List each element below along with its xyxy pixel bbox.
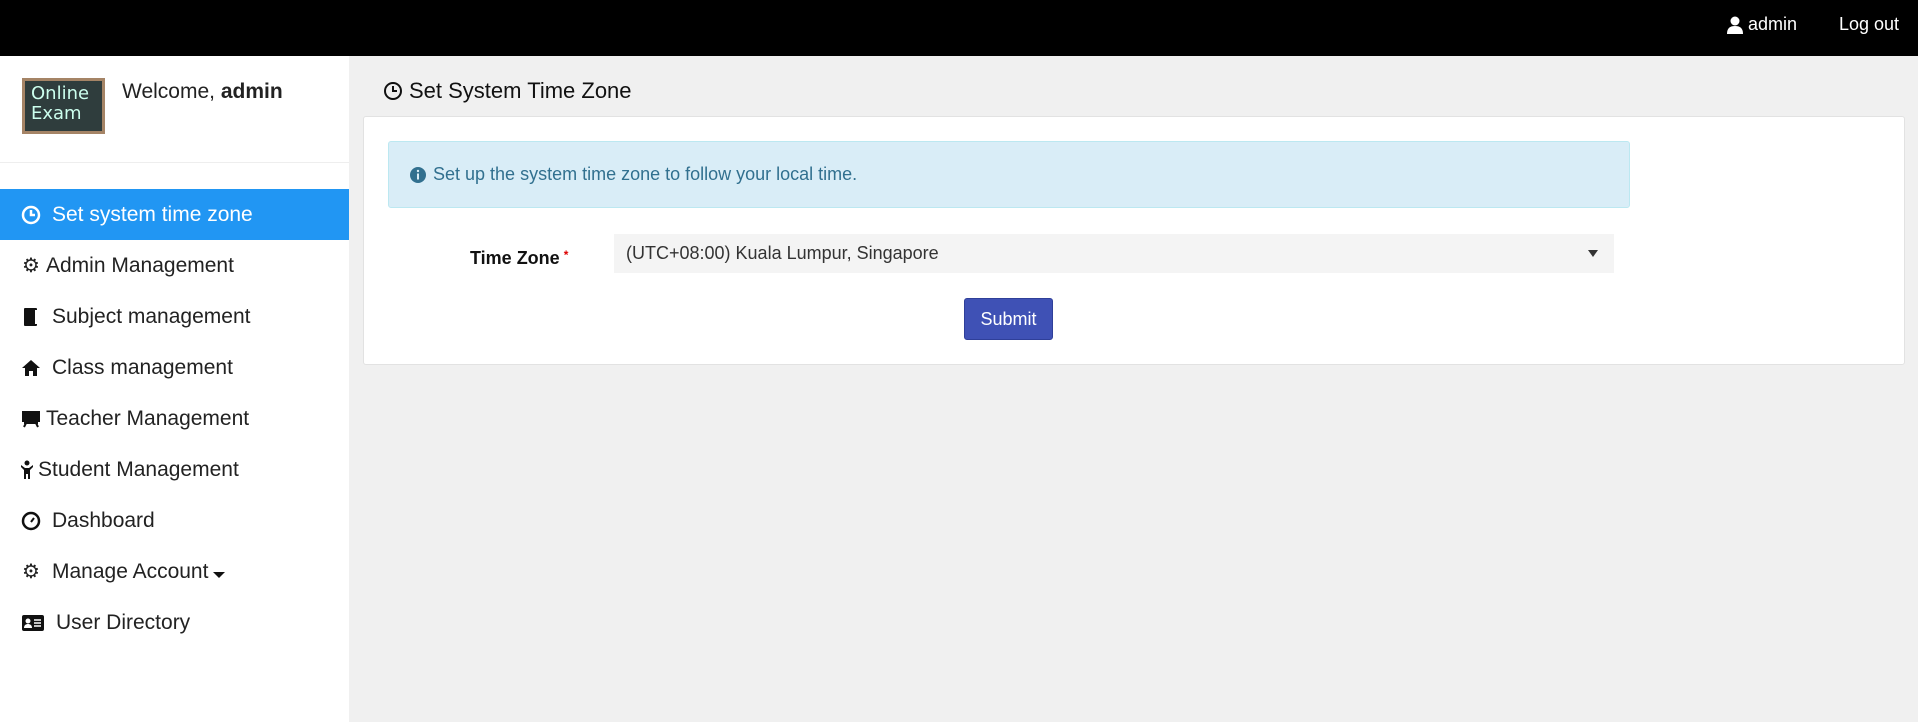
- sidebar-item-dashboard[interactable]: Dashboard: [0, 495, 349, 546]
- page-title-text: Set System Time Zone: [409, 78, 632, 103]
- sidebar-item-label: Dashboard: [52, 508, 155, 532]
- info-alert: Set up the system time zone to follow yo…: [388, 141, 1630, 208]
- sidebar-item-label: Manage Account: [52, 559, 209, 583]
- info-alert-text: Set up the system time zone to follow yo…: [433, 164, 858, 184]
- sidebar-item-student-management[interactable]: Student Management: [0, 444, 349, 495]
- book-icon: [20, 306, 42, 328]
- sidebar-item-manage-account[interactable]: ⚙ Manage Account: [0, 546, 349, 597]
- sidebar-item-label: Teacher Management: [46, 406, 250, 430]
- sidebar-item-label: Set system time zone: [52, 202, 253, 226]
- sidebar-nav: Set system time zone ⚙ Admin Management …: [0, 189, 349, 648]
- caret-down-icon: [213, 571, 226, 578]
- logout-link[interactable]: Log out: [1839, 14, 1899, 35]
- welcome-text: Welcome, admin: [122, 80, 283, 103]
- time-zone-selected-value: (UTC+08:00) Kuala Lumpur, Singapore: [626, 243, 939, 263]
- time-zone-label: Time Zone *: [470, 248, 569, 268]
- sidebar-item-label: Subject management: [52, 304, 251, 328]
- sidebar-item-label: User Directory: [56, 610, 191, 634]
- caret-down-icon: [1588, 250, 1598, 257]
- id-card-icon: [20, 612, 46, 634]
- sidebar: Online Exam Welcome, admin Set system ti…: [0, 56, 349, 722]
- sidebar-item-admin-management[interactable]: ⚙ Admin Management: [0, 240, 349, 291]
- submit-button[interactable]: Submit: [964, 298, 1053, 340]
- divider: [0, 162, 349, 163]
- sidebar-item-label: Class management: [52, 355, 233, 379]
- sidebar-item-subject-management[interactable]: Subject management: [0, 291, 349, 342]
- time-zone-card: Set up the system time zone to follow yo…: [363, 116, 1905, 365]
- user-name: admin: [1748, 14, 1798, 34]
- gear-icon: ⚙: [22, 255, 40, 277]
- sidebar-item-label: Admin Management: [46, 253, 234, 277]
- clock-icon: [384, 82, 402, 100]
- info-icon: [410, 166, 426, 183]
- sidebar-item-class-management[interactable]: Class management: [0, 342, 349, 393]
- welcome-user: admin: [220, 80, 283, 103]
- blackboard-icon: [20, 408, 42, 430]
- logo: Online Exam: [22, 78, 105, 134]
- child-icon: [20, 459, 34, 481]
- required-mark: *: [563, 248, 569, 262]
- clock-icon: [20, 204, 42, 226]
- top-navbar: admin Log out: [0, 0, 1918, 56]
- home-icon: [20, 357, 42, 379]
- sidebar-item-label: Student Management: [38, 457, 239, 481]
- sidebar-item-teacher-management[interactable]: Teacher Management: [0, 393, 349, 444]
- page-title: Set System Time Zone: [383, 78, 632, 104]
- time-zone-select[interactable]: (UTC+08:00) Kuala Lumpur, Singapore: [614, 234, 1614, 273]
- user-menu[interactable]: admin: [1726, 14, 1797, 35]
- sidebar-item-user-directory[interactable]: User Directory: [0, 597, 349, 648]
- sidebar-item-set-system-time-zone[interactable]: Set system time zone: [0, 189, 349, 240]
- user-icon: [1727, 16, 1743, 34]
- dashboard-icon: [20, 510, 42, 532]
- gear-icon: ⚙: [22, 561, 40, 583]
